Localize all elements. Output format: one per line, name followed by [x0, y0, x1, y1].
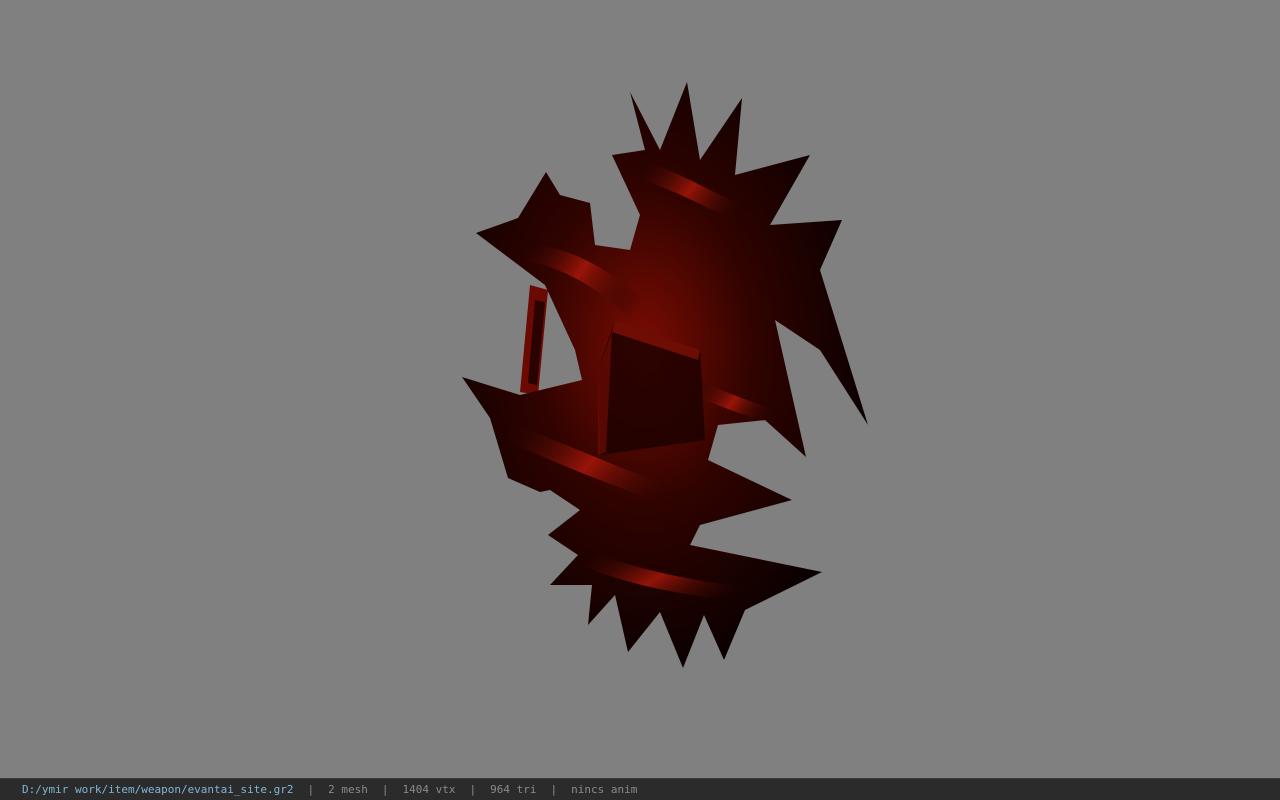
vertex-count: 1404 vtx [402, 783, 456, 796]
file-path: D:/ymir work/item/weapon/evantai_site.gr… [22, 783, 294, 796]
separator: | [469, 783, 477, 796]
mesh-count: 2 mesh [328, 783, 368, 796]
weapon-model-render[interactable] [0, 0, 1280, 778]
3d-viewport[interactable] [0, 0, 1280, 778]
animation-status: nincs anim [571, 783, 638, 796]
status-bar: D:/ymir work/item/weapon/evantai_site.gr… [0, 778, 1280, 800]
separator: | [381, 783, 389, 796]
separator: | [307, 783, 315, 796]
triangle-count: 964 tri [490, 783, 537, 796]
separator: | [550, 783, 558, 796]
